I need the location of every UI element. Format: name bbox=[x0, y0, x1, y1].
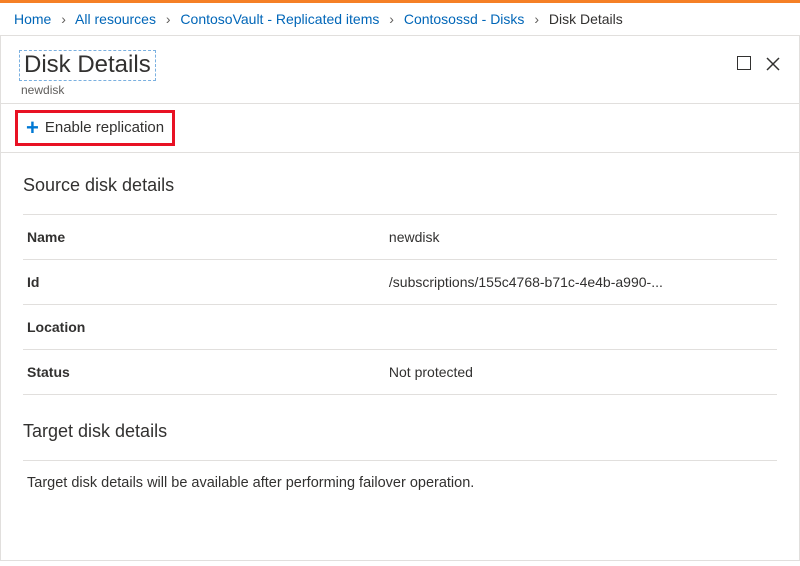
chevron-right-icon: › bbox=[61, 11, 66, 27]
prop-value-name: newdisk bbox=[385, 214, 777, 259]
chevron-right-icon: › bbox=[166, 11, 171, 27]
chevron-right-icon: › bbox=[389, 11, 394, 27]
target-section-message: Target disk details will be available af… bbox=[23, 460, 777, 505]
source-properties-table: Name newdisk Id /subscriptions/155c4768-… bbox=[23, 214, 777, 395]
prop-label-name: Name bbox=[23, 214, 385, 259]
page-title: Disk Details bbox=[19, 50, 156, 81]
enable-replication-button[interactable]: + Enable replication bbox=[15, 110, 175, 146]
page-subtitle: newdisk bbox=[19, 83, 737, 97]
blade-content: Source disk details Name newdisk Id /sub… bbox=[1, 153, 799, 560]
prop-value-status: Not protected bbox=[385, 349, 777, 394]
table-row: Location bbox=[23, 304, 777, 349]
window-controls bbox=[737, 50, 781, 72]
blade-header: Disk Details newdisk bbox=[1, 36, 799, 103]
table-row: Id /subscriptions/155c4768-b71c-4e4b-a99… bbox=[23, 259, 777, 304]
source-section-heading: Source disk details bbox=[23, 175, 777, 196]
breadcrumb-home[interactable]: Home bbox=[14, 11, 51, 27]
enable-replication-label: Enable replication bbox=[45, 119, 164, 136]
target-section-heading: Target disk details bbox=[23, 421, 777, 442]
plus-icon: + bbox=[26, 117, 39, 139]
blade-panel: Disk Details newdisk + Enable replicatio… bbox=[0, 36, 800, 561]
prop-label-location: Location bbox=[23, 304, 385, 349]
breadcrumb: Home › All resources › ContosoVault - Re… bbox=[0, 3, 800, 36]
prop-label-status: Status bbox=[23, 349, 385, 394]
prop-value-location bbox=[385, 304, 777, 349]
maximize-icon[interactable] bbox=[737, 56, 751, 70]
table-row: Status Not protected bbox=[23, 349, 777, 394]
close-icon[interactable] bbox=[765, 56, 781, 72]
chevron-right-icon: › bbox=[534, 11, 539, 27]
breadcrumb-disks[interactable]: Contosossd - Disks bbox=[404, 11, 525, 27]
table-row: Name newdisk bbox=[23, 214, 777, 259]
breadcrumb-all-resources[interactable]: All resources bbox=[75, 11, 156, 27]
breadcrumb-current: Disk Details bbox=[549, 11, 623, 27]
toolbar: + Enable replication bbox=[1, 103, 799, 153]
breadcrumb-vault[interactable]: ContosoVault - Replicated items bbox=[180, 11, 379, 27]
prop-value-id: /subscriptions/155c4768-b71c-4e4b-a990-.… bbox=[385, 259, 777, 304]
prop-label-id: Id bbox=[23, 259, 385, 304]
